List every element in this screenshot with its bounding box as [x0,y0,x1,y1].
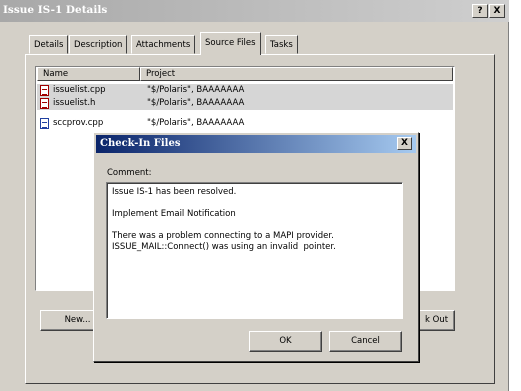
comment-textarea[interactable]: Issue IS-1 has been resolved. Implement … [106,182,403,319]
close-button[interactable]: X [489,4,505,18]
check-out-button[interactable]: k Out [418,310,455,331]
window-title: Issue IS-1 Details [3,4,108,16]
table-row[interactable]: sccprov.cpp "$/Polaris", BAAAAAAA [37,117,453,130]
help-button[interactable]: ? [472,4,488,18]
table-row[interactable]: issuelist.cpp "$/Polaris", BAAAAAAA [37,84,453,97]
dialog-close-button[interactable]: X [397,137,412,150]
file-project: "$/Polaris", BAAAAAAA [147,118,245,128]
cancel-button[interactable]: Cancel [329,331,402,352]
dialog-title: Check-In Files [100,138,181,149]
file-name: issuelist.cpp [53,85,106,95]
check-in-dialog: Check-In Files X Comment: Issue IS-1 has… [93,132,419,362]
modified-file-icon [40,98,49,109]
tab-tasks[interactable]: Tasks [265,35,298,54]
file-icon [40,118,49,129]
tab-source-files[interactable]: Source Files [200,32,261,55]
comment-label: Comment: [107,168,152,178]
table-row[interactable]: issuelist.h "$/Polaris", BAAAAAAA [37,97,453,110]
column-header-name[interactable]: Name [37,67,140,81]
file-name: issuelist.h [53,98,96,108]
tab-attachments[interactable]: Attachments [131,35,196,54]
dialog-titlebar: Check-In Files X [96,135,416,153]
tab-details[interactable]: Details [29,35,69,54]
file-project: "$/Polaris", BAAAAAAA [147,85,245,95]
tab-description[interactable]: Description [69,35,128,54]
file-name: sccprov.cpp [53,118,104,128]
ok-button[interactable]: OK [249,331,322,352]
modified-file-icon [40,85,49,96]
file-project: "$/Polaris", BAAAAAAA [147,98,245,108]
column-header-project[interactable]: Project [140,67,453,81]
window-titlebar: Issue IS-1 Details ? X [0,0,509,22]
